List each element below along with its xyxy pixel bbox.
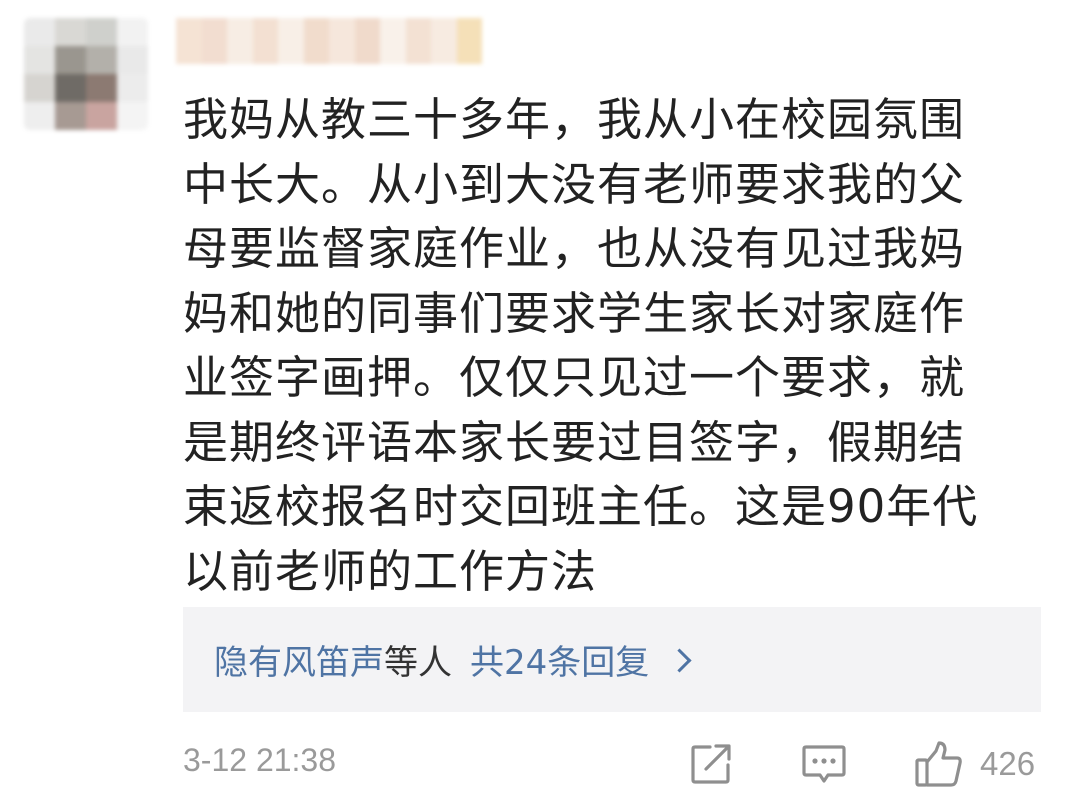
comment-text: 我妈从教三十多年，我从小在校园氛围 中长大。从小到大没有老师要求我的父 母要监督… — [183, 88, 1023, 604]
comment-line: 是期终评语本家长要过目签字，假期结 — [183, 415, 966, 469]
replies-summary-button[interactable]: 隐有风笛声 等人 共24条回复 — [183, 607, 1041, 712]
like-count: 426 — [980, 745, 1036, 782]
reply-count-link[interactable]: 共24条回复 — [470, 635, 649, 684]
comment-line: 我妈从教三十多年，我从小在校园氛围 — [183, 93, 966, 146]
like-button[interactable]: 426 — [914, 738, 1035, 790]
comment-timestamp: 3-12 21:38 — [183, 742, 337, 778]
comment-button[interactable] — [800, 738, 852, 790]
comment-line: 妈和她的同事们要求学生家长对家庭作 — [183, 286, 966, 340]
username-blurred[interactable] — [176, 18, 482, 64]
comment-line: 束返校报名时交回班主任。这是90年代 — [183, 480, 979, 533]
comment-line: 以前老师的工作方法 — [183, 544, 598, 598]
thumbs-up-icon — [915, 741, 962, 787]
avatar[interactable] — [24, 18, 148, 130]
reply-users-link[interactable]: 隐有风笛声 — [214, 635, 384, 684]
comment-line: 母要监督家庭作业，也从没有见过我妈 — [183, 222, 966, 275]
chevron-right-icon — [667, 648, 692, 673]
reply-users-suffix: 等人 — [384, 643, 452, 683]
comment-icon — [802, 745, 846, 783]
comment-line: 业签字画押。仅仅只见过一个要求，就 — [183, 351, 966, 404]
share-icon — [691, 744, 731, 784]
comment-line: 中长大。从小到大没有老师要求我的父 — [183, 157, 966, 211]
share-button[interactable] — [688, 738, 738, 790]
